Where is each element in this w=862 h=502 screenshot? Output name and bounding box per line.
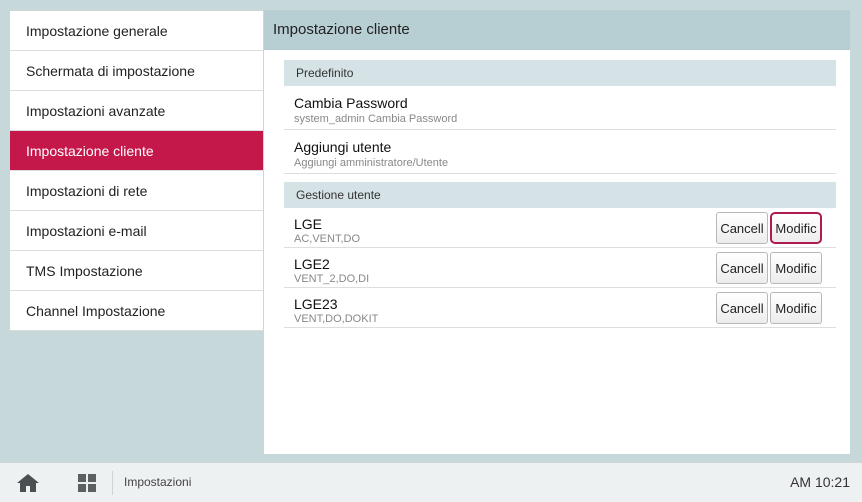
user-row: LGE2 VENT_2,DO,DI Cancell Modific bbox=[284, 248, 836, 288]
sidebar-item-impostazioni-email[interactable]: Impostazioni e-mail bbox=[10, 211, 263, 251]
clock: AM 10:21 bbox=[790, 474, 850, 490]
page-title: Impostazione cliente bbox=[264, 10, 850, 50]
cancel-user-button[interactable]: Cancell bbox=[716, 252, 768, 284]
sidebar: Impostazione generale Schermata di impos… bbox=[10, 10, 263, 331]
sidebar-item-schermata-di-impostazione[interactable]: Schermata di impostazione bbox=[10, 51, 263, 91]
cancel-user-button[interactable]: Cancell bbox=[716, 212, 768, 244]
home-icon[interactable] bbox=[14, 470, 42, 496]
sidebar-item-impostazioni-avanzate[interactable]: Impostazioni avanzate bbox=[10, 91, 263, 131]
add-user-title: Aggiungi utente bbox=[294, 139, 392, 155]
sidebar-item-impostazione-generale[interactable]: Impostazione generale bbox=[10, 11, 263, 51]
add-user-row[interactable]: Aggiungi utente Aggiungi amministratore/… bbox=[284, 130, 836, 174]
edit-user-button[interactable]: Modific bbox=[770, 212, 822, 244]
change-password-subtitle: system_admin Cambia Password bbox=[294, 113, 458, 125]
edit-user-button[interactable]: Modific bbox=[770, 292, 822, 324]
sidebar-item-impostazione-cliente[interactable]: Impostazione cliente bbox=[10, 131, 263, 171]
sidebar-item-impostazioni-di-rete[interactable]: Impostazioni di rete bbox=[10, 171, 263, 211]
edit-user-button[interactable]: Modific bbox=[770, 252, 822, 284]
breadcrumb: Impostazioni bbox=[124, 475, 192, 489]
change-password-row[interactable]: Cambia Password system_admin Cambia Pass… bbox=[284, 86, 836, 130]
section-header-predefinito: Predefinito bbox=[284, 60, 836, 86]
main-body: Predefinito Cambia Password system_admin… bbox=[264, 50, 850, 328]
user-row: LGE AC,VENT,DO Cancell Modific bbox=[284, 208, 836, 248]
main-panel: Impostazione cliente Predefinito Cambia … bbox=[264, 10, 850, 454]
section-header-gestione-utente: Gestione utente bbox=[284, 182, 836, 208]
bottom-bar: Impostazioni AM 10:21 bbox=[0, 462, 862, 502]
bottom-divider bbox=[112, 471, 113, 495]
grid-icon[interactable] bbox=[78, 474, 96, 492]
app-frame: Impostazione generale Schermata di impos… bbox=[0, 0, 862, 502]
user-row: LGE23 VENT,DO,DOKIT Cancell Modific bbox=[284, 288, 836, 328]
cancel-user-button[interactable]: Cancell bbox=[716, 292, 768, 324]
add-user-subtitle: Aggiungi amministratore/Utente bbox=[294, 157, 449, 169]
sidebar-item-tms-impostazione[interactable]: TMS Impostazione bbox=[10, 251, 263, 291]
change-password-title: Cambia Password bbox=[294, 95, 408, 111]
sidebar-item-channel-impostazione[interactable]: Channel Impostazione bbox=[10, 291, 263, 331]
